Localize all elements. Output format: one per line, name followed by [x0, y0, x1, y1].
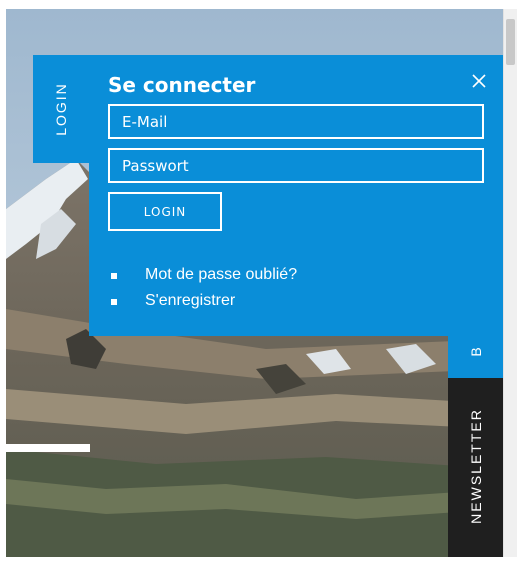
side-tab-partial[interactable]: B [448, 336, 503, 378]
decorative-white-bar [6, 444, 90, 452]
login-tab-label: LOGIN [53, 82, 69, 136]
newsletter-tab[interactable]: NEWSLETTER [448, 378, 503, 557]
close-icon [472, 74, 486, 88]
bullet-icon [111, 299, 117, 305]
login-panel: Se connecter LOGIN Mot de passe oublié? … [89, 55, 503, 336]
password-field[interactable] [108, 148, 484, 183]
close-button[interactable] [469, 71, 489, 91]
newsletter-tab-label: NEWSLETTER [468, 408, 484, 524]
email-field[interactable] [108, 104, 484, 139]
login-submit-button[interactable]: LOGIN [108, 192, 222, 231]
page-scrollbar[interactable] [503, 9, 517, 557]
login-tab[interactable]: LOGIN [33, 55, 89, 163]
login-panel-title: Se connecter [108, 73, 256, 97]
forgot-password-link[interactable]: Mot de passe oublié? [145, 266, 297, 284]
side-tab-partial-label: B [468, 345, 484, 357]
register-link[interactable]: S'enregistrer [145, 292, 235, 310]
bullet-icon [111, 273, 117, 279]
scrollbar-thumb[interactable] [506, 19, 515, 65]
